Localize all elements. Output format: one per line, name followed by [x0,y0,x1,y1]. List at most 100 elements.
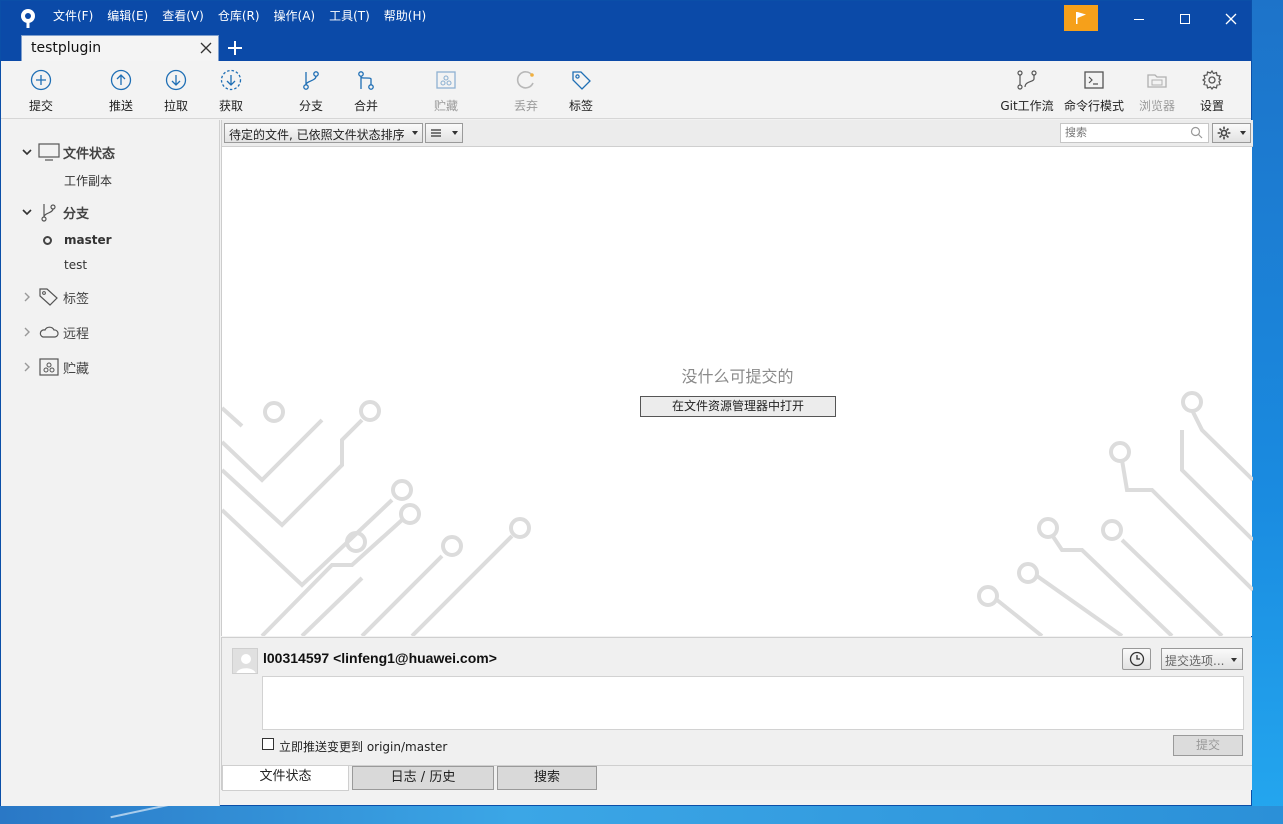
commit-toolbar-button[interactable]: 提交 [11,69,71,115]
chevron-down-icon [22,149,32,156]
file-status-panel: 待定的文件, 已依照文件状态排序 搜索 没什么可提交的 在文件资源管理器中打开 [221,120,1253,636]
menu-edit[interactable]: 编辑(E) [100,7,155,25]
sidebar-section-stashes[interactable]: 贮藏 [1,356,220,378]
discard-button[interactable]: 丢弃 [496,69,556,115]
menu-view[interactable]: 查看(V) [155,7,211,25]
tab-file-status[interactable]: 文件状态 [222,766,349,791]
nothing-to-commit-message: 没什么可提交的 [681,367,794,386]
avatar [232,648,258,674]
chevron-right-icon [24,292,30,302]
explorer-button[interactable]: 浏览器 [1127,69,1187,115]
push-button[interactable]: 推送 [91,69,151,115]
commit-history-button[interactable] [1122,648,1151,670]
branch-master-label: master [64,233,112,247]
menu-repository[interactable]: 仓库(R) [211,7,267,25]
list-view-icon [431,129,441,137]
commit-author: l00314597 <linfeng1@huawei.com> [263,650,497,666]
chevron-down-icon [412,131,418,135]
merge-icon [358,71,374,90]
add-tab-icon[interactable] [225,38,245,58]
pull-button[interactable]: 拉取 [146,69,206,115]
commit-message-input[interactable] [262,676,1244,730]
desktop-background [0,803,1283,824]
menu-help[interactable]: 帮助(H) [377,7,433,25]
sidebar-section-tags[interactable]: 标签 [1,286,220,308]
tab-close-icon[interactable] [198,40,214,56]
merge-button[interactable]: 合并 [336,69,396,115]
branch-test-label: test [64,258,88,272]
sort-dropdown[interactable]: 待定的文件, 已依照文件状态排序 [224,123,423,143]
gitflow-button[interactable]: Git工作流 [997,69,1057,115]
sidebar-section-remotes[interactable]: 远程 [1,321,220,343]
bottom-tab-bar: 文件状态 日志 / 历史 搜索 [221,765,1252,791]
fetch-button[interactable]: 获取 [201,69,261,115]
notification-flag-button[interactable] [1064,5,1098,31]
gitflow-label: Git工作流 [1000,99,1054,113]
commit-label: 提交 [28,99,53,113]
menu-actions[interactable]: 操作(A) [267,7,323,25]
branch-label: 分支 [298,99,323,113]
sidebar-file-status-label: 文件状态 [63,146,116,162]
sidebar: 文件状态 工作副本 分支 master test 标签 远程 贮藏 [1,120,220,806]
pull-label: 拉取 [163,99,188,113]
push-immediately-checkbox[interactable] [262,738,274,750]
chevron-down-icon [1231,658,1237,662]
sidebar-tags-label: 标签 [63,291,90,307]
menu-bar: 文件(F) 编辑(E) 查看(V) 仓库(R) 操作(A) 工具(T) 帮助(H… [46,7,433,25]
commit-plus-icon [30,69,52,91]
terminal-label: 命令行模式 [1064,99,1125,113]
search-icon [1190,126,1203,139]
stash-button[interactable]: 贮藏 [416,69,476,115]
tag-label: 标签 [568,99,593,113]
view-mode-dropdown[interactable] [425,123,463,143]
search-input[interactable] [1060,123,1209,143]
tag-icon [39,288,58,306]
circuit-background-decoration [222,391,1253,636]
tab-log-history[interactable]: 日志 / 历史 [352,766,494,790]
maximize-icon [1180,14,1190,24]
open-in-explorer-button[interactable]: 在文件资源管理器中打开 [640,396,836,417]
sidebar-branches-label: 分支 [63,206,90,222]
options-gear-dropdown[interactable] [1212,123,1251,143]
merge-label: 合并 [353,99,378,113]
sidebar-stashes-label: 贮藏 [63,361,90,377]
sidebar-item-working-copy[interactable]: 工作副本 [1,169,220,191]
tab-search[interactable]: 搜索 [497,766,597,790]
filter-bar: 待定的文件, 已依照文件状态排序 [222,120,1253,147]
push-immediately-label: 立即推送变更到 origin/master [279,740,448,754]
terminal-icon [1084,71,1104,89]
pull-arrow-down-icon [165,69,187,91]
cloud-icon [39,326,59,338]
gitflow-icon [1017,70,1037,90]
repo-tab[interactable]: testplugin [21,35,219,61]
menu-tools[interactable]: 工具(T) [322,7,377,25]
sidebar-section-branches[interactable]: 分支 [1,201,220,223]
sidebar-item-branch-master[interactable]: master [1,229,220,251]
chevron-right-icon [24,362,30,372]
discard-icon [516,71,534,89]
repo-tab-title: testplugin [31,40,102,56]
sidebar-item-branch-test[interactable]: test [1,254,220,276]
flag-icon [1076,12,1086,24]
chevron-down-icon [22,209,32,216]
settings-button[interactable]: 设置 [1182,69,1242,115]
terminal-button[interactable]: 命令行模式 [1064,69,1124,115]
tag-icon [572,71,591,90]
fetch-icon [220,69,242,91]
minimize-button[interactable] [1116,5,1162,33]
tag-button[interactable]: 标签 [551,69,611,115]
branch-button[interactable]: 分支 [281,69,341,115]
sidebar-section-file-status[interactable]: 文件状态 [1,141,220,163]
monitor-icon [38,143,60,161]
clock-icon [1129,651,1145,667]
current-branch-icon [43,235,52,245]
menu-file[interactable]: 文件(F) [46,7,100,25]
title-bar: 文件(F) 编辑(E) 查看(V) 仓库(R) 操作(A) 工具(T) 帮助(H… [1,1,1251,61]
close-window-button[interactable] [1208,5,1254,33]
commit-button[interactable]: 提交 [1173,735,1243,756]
chevron-down-icon [452,131,458,135]
fetch-label: 获取 [218,99,243,113]
maximize-button[interactable] [1162,5,1208,33]
user-silhouette-icon [236,654,256,673]
commit-options-dropdown[interactable]: 提交选项... [1161,648,1243,670]
